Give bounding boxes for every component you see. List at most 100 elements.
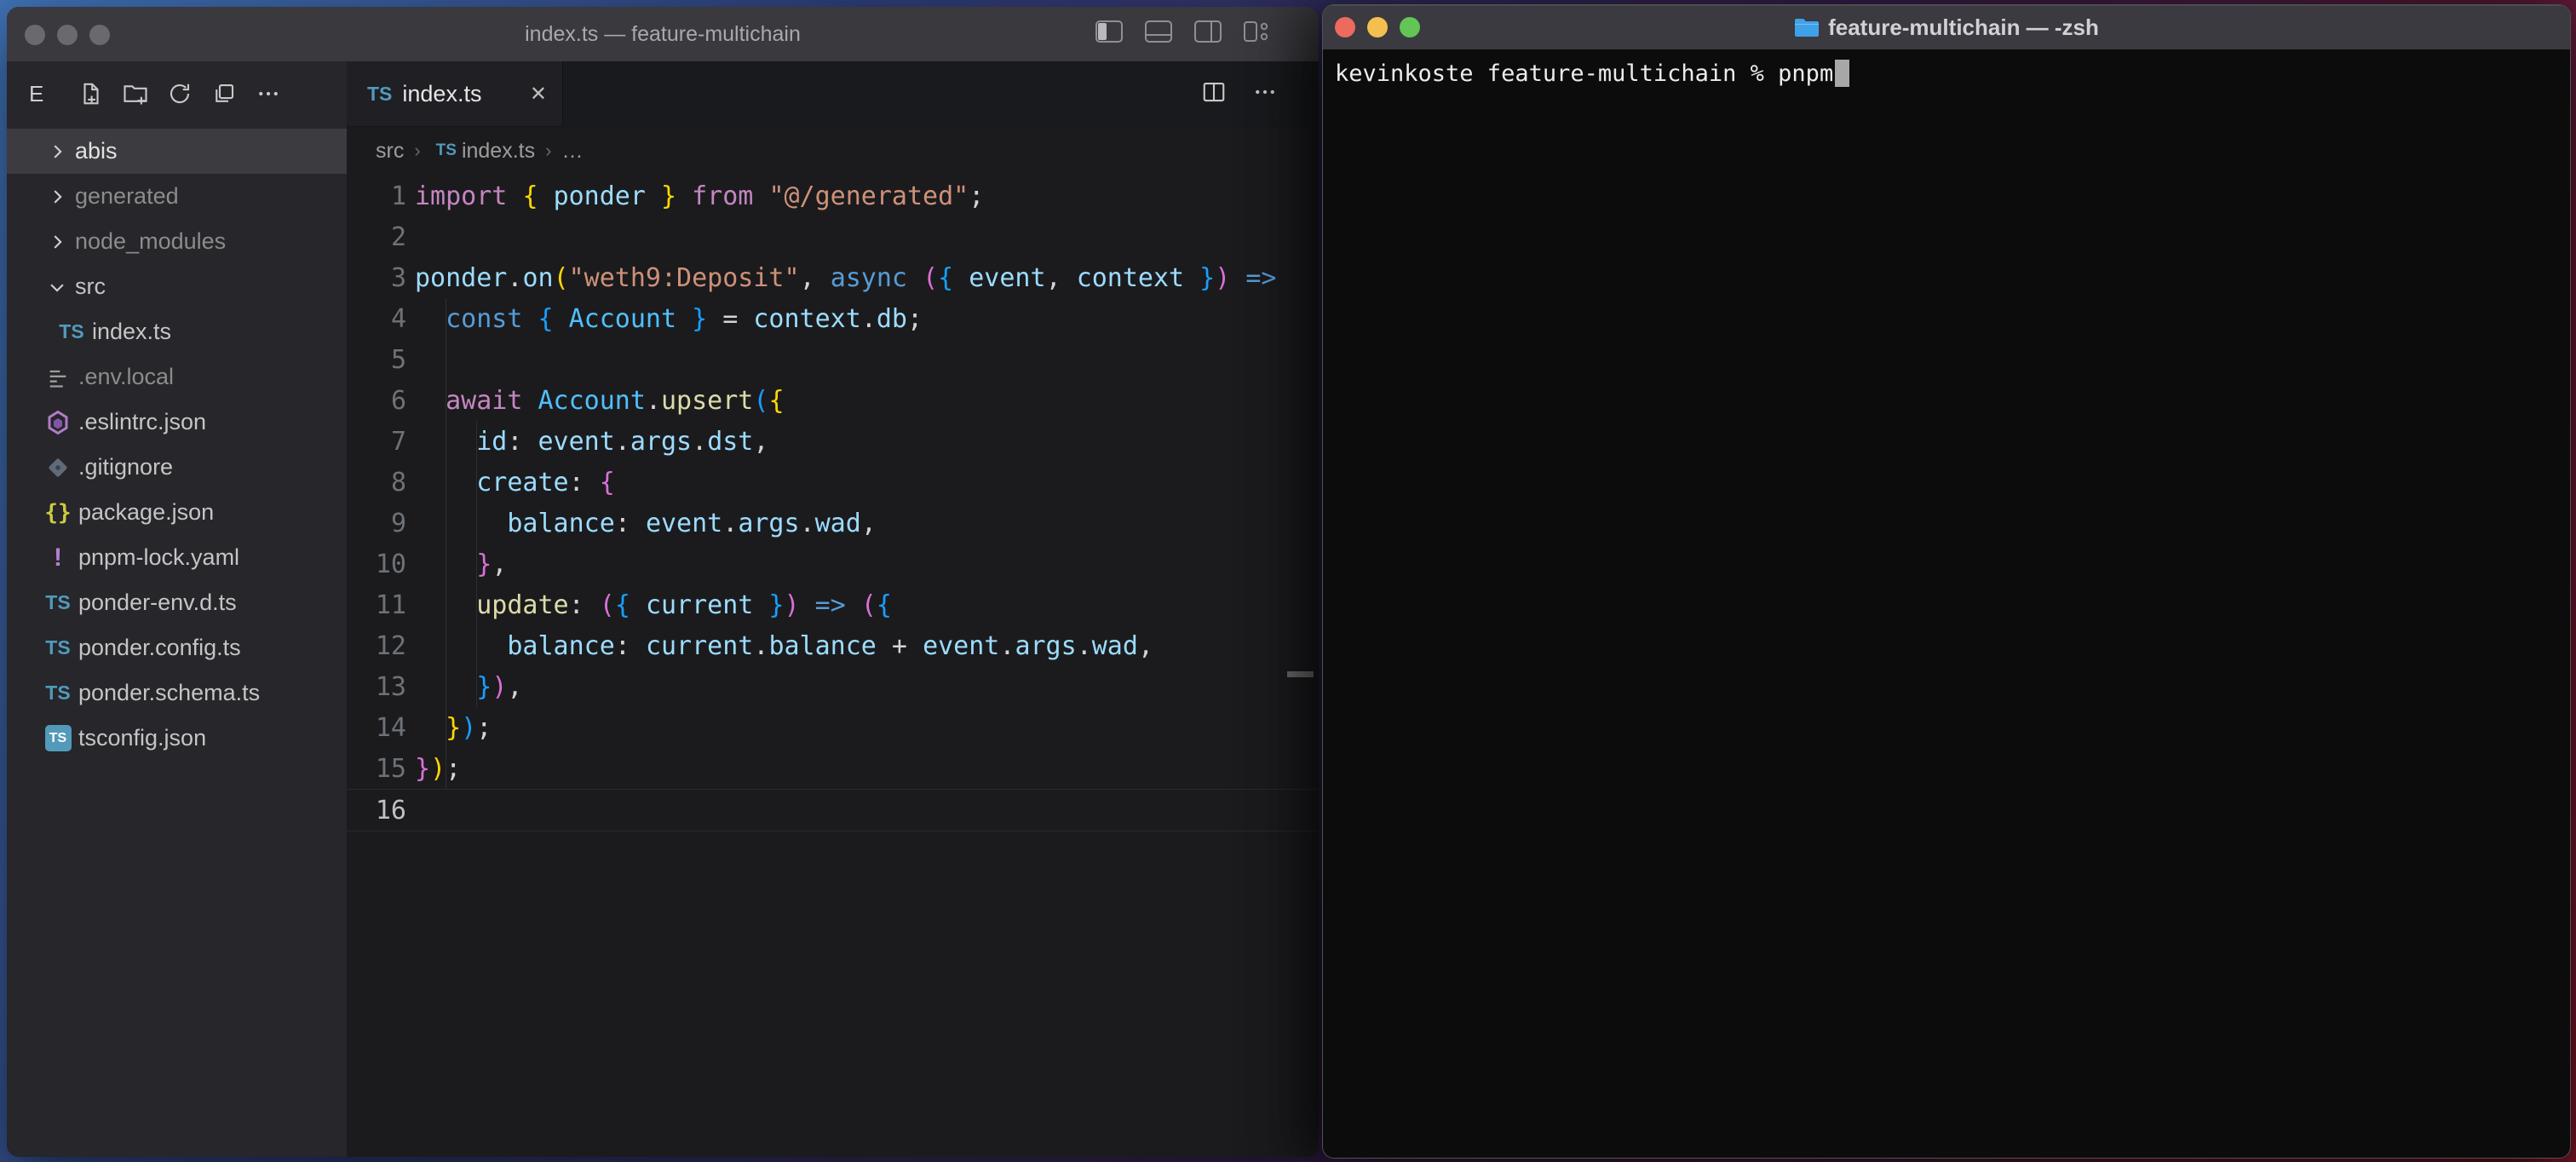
- chevron-right-icon: ›: [414, 140, 420, 162]
- tree-item-ponder.schema.ts[interactable]: TSponder.schema.ts: [7, 670, 347, 716]
- explorer-sidebar: E abisgeneratednode_modulessrcTSindex.ts…: [7, 61, 348, 1157]
- code-line-content: update: ({ current }) => ({: [415, 590, 892, 620]
- chevron-right-icon: [44, 187, 70, 206]
- more-actions-icon[interactable]: [246, 72, 290, 116]
- tree-item-.eslintrc.json[interactable]: .eslintrc.json: [7, 400, 347, 445]
- code-editor[interactable]: 1import { ponder } from "@/generated"; 2 3…: [347, 175, 1319, 1157]
- line-number: 8: [347, 468, 406, 498]
- line-number: 4: [347, 304, 406, 334]
- terminal-window[interactable]: feature-multichain — -zsh kevinkoste fea…: [1322, 4, 2571, 1159]
- code-line-content: id: event.args.dst,: [415, 427, 768, 457]
- tree-item-ponder-env.d.ts[interactable]: TSponder-env.d.ts: [7, 580, 347, 625]
- ts-icon: TS: [41, 636, 75, 659]
- line-number: 13: [347, 672, 406, 702]
- braces-icon: {}: [41, 500, 75, 526]
- tab-index-ts[interactable]: TS index.ts ✕: [347, 61, 563, 126]
- more-editor-actions-icon[interactable]: [1252, 79, 1278, 109]
- tree-item-.env.local[interactable]: .env.local: [7, 354, 347, 400]
- tree-item-ponder.config.ts[interactable]: TSponder.config.ts: [7, 625, 347, 670]
- tree-item-generated[interactable]: generated: [7, 174, 347, 219]
- line-number: 16: [347, 796, 406, 825]
- shell-prompt-text: kevinkoste feature-multichain % pnpm: [1335, 60, 1833, 87]
- split-editor-icon[interactable]: [1201, 79, 1227, 109]
- terminal-content[interactable]: kevinkoste feature-multichain % pnpm: [1323, 49, 2570, 1158]
- line-number: 7: [347, 427, 406, 457]
- terminal-titlebar[interactable]: feature-multichain — -zsh: [1323, 5, 2570, 50]
- refresh-explorer-icon[interactable]: [158, 72, 202, 116]
- editor-actions: [1201, 61, 1278, 126]
- code-line-13[interactable]: 13 }),: [347, 666, 1319, 707]
- tree-item-label: ponder.schema.ts: [78, 680, 260, 706]
- code-line-12[interactable]: 12 balance: current.balance + event.args…: [347, 625, 1319, 666]
- toggle-secondary-sidebar-icon[interactable]: [1194, 20, 1222, 43]
- toggle-sidebar-icon[interactable]: [1095, 20, 1123, 43]
- code-line-content: });: [415, 713, 492, 743]
- line-number: 3: [347, 263, 406, 293]
- typescript-file-icon: TS: [436, 141, 457, 160]
- line-number: 11: [347, 590, 406, 620]
- tree-item-pnpm-lock.yaml[interactable]: !pnpm-lock.yaml: [7, 535, 347, 580]
- code-line-content: await Account.upsert({: [415, 386, 785, 416]
- list-icon: [41, 365, 75, 389]
- indent-guide: [476, 421, 477, 707]
- tree-item-label: tsconfig.json: [78, 725, 206, 751]
- code-line-7[interactable]: 7 id: event.args.dst,: [347, 421, 1319, 462]
- code-line-2[interactable]: 2: [347, 216, 1319, 257]
- close-tab-icon[interactable]: ✕: [530, 82, 547, 106]
- code-line-6[interactable]: 6 await Account.upsert({: [347, 380, 1319, 421]
- breadcrumb-symbol[interactable]: …: [561, 139, 583, 164]
- line-number: 2: [347, 222, 406, 252]
- tree-item-node_modules[interactable]: node_modules: [7, 219, 347, 264]
- breadcrumb-src[interactable]: src: [376, 139, 404, 164]
- vscode-window[interactable]: index.ts — feature-multichain E abis gene…: [7, 7, 1319, 1157]
- code-line-1[interactable]: 1import { ponder } from "@/generated";: [347, 175, 1319, 216]
- line-number: 15: [347, 754, 406, 784]
- tree-item-label: .gitignore: [78, 454, 173, 480]
- ts-icon: TS: [55, 320, 89, 343]
- code-line-content: },: [415, 549, 507, 579]
- code-line-9[interactable]: 9 balance: event.args.wad,: [347, 503, 1319, 544]
- line-number: 10: [347, 549, 406, 579]
- code-line-10[interactable]: 10 },: [347, 544, 1319, 584]
- line-number: 12: [347, 631, 406, 661]
- line-number: 5: [347, 345, 406, 375]
- code-line-3[interactable]: 3 ponder.on("weth9:Deposit", async ({ eve…: [347, 257, 1319, 298]
- shell-prompt-line: kevinkoste feature-multichain % pnpm: [1335, 60, 2570, 87]
- code-line-content: import { ponder } from "@/generated";: [415, 181, 984, 211]
- tree-item-label: index.ts: [92, 319, 171, 345]
- code-line-8[interactable]: 8 create: {: [347, 462, 1319, 503]
- chevron-down-icon: [44, 278, 70, 296]
- new-file-icon[interactable]: [69, 72, 113, 116]
- code-line-content: balance: event.args.wad,: [415, 509, 877, 538]
- code-line-content: balance: current.balance + event.args.wa…: [415, 631, 1153, 661]
- tree-item-label: src: [75, 273, 106, 300]
- code-line-11[interactable]: 11 update: ({ current }) => ({: [347, 584, 1319, 625]
- tree-item-src[interactable]: src: [7, 264, 347, 309]
- code-line-16[interactable]: 16: [347, 789, 1319, 831]
- tree-item-label: node_modules: [75, 228, 226, 255]
- code-line-5[interactable]: 5: [347, 339, 1319, 380]
- collapse-folders-icon[interactable]: [202, 72, 246, 116]
- tab-label: index.ts: [402, 81, 481, 107]
- code-line-15[interactable]: 15});: [347, 748, 1319, 789]
- breadcrumb: src › TS index.ts › …: [347, 126, 1319, 175]
- customize-layout-icon[interactable]: [1244, 20, 1269, 43]
- code-line-content: const { Account } = context.db;: [415, 304, 923, 334]
- tree-item-tsconfig.json[interactable]: TStsconfig.json: [7, 716, 347, 761]
- vscode-titlebar[interactable]: index.ts — feature-multichain: [7, 7, 1319, 61]
- tree-item-label: .env.local: [78, 364, 174, 390]
- tree-item-.gitignore[interactable]: .gitignore: [7, 445, 347, 490]
- breadcrumb-file[interactable]: index.ts: [462, 139, 535, 164]
- tree-item-abis[interactable]: abis: [7, 129, 347, 174]
- line-number: 6: [347, 386, 406, 416]
- toggle-panel-icon[interactable]: [1145, 20, 1172, 43]
- tree-item-label: abis: [75, 138, 118, 164]
- tree-item-label: pnpm-lock.yaml: [78, 544, 239, 571]
- tree-item-index.ts[interactable]: TSindex.ts: [7, 309, 347, 354]
- code-line-content: ponder.on("weth9:Deposit", async ({ even…: [415, 263, 1277, 293]
- tree-item-package.json[interactable]: {}package.json: [7, 490, 347, 535]
- explorer-header: E: [29, 81, 43, 107]
- code-line-4[interactable]: 4 const { Account } = context.db;: [347, 298, 1319, 339]
- new-folder-icon[interactable]: [113, 72, 158, 116]
- code-line-14[interactable]: 14 });: [347, 707, 1319, 748]
